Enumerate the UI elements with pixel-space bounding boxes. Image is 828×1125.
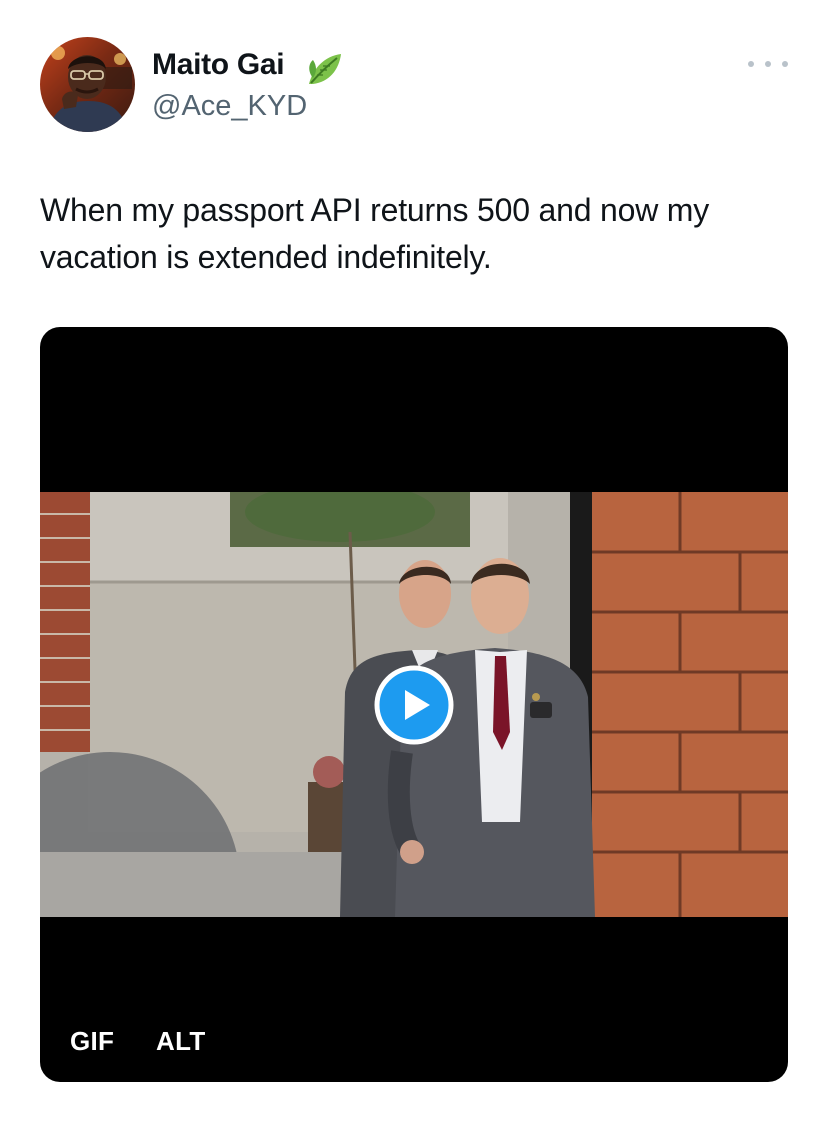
avatar-image: [40, 37, 135, 132]
leaf-icon: [309, 54, 341, 84]
more-options-button[interactable]: [748, 50, 788, 78]
author-handle[interactable]: @Ace_KYD: [152, 88, 307, 124]
play-icon[interactable]: [374, 665, 454, 745]
gif-badge: GIF: [56, 1017, 129, 1065]
tweet-text: When my passport API returns 500 and now…: [40, 192, 710, 275]
more-icon: [748, 61, 754, 67]
author-name[interactable]: Maito Gai: [152, 47, 285, 83]
avatar[interactable]: [40, 37, 135, 132]
alt-text-button[interactable]: ALT: [142, 1017, 220, 1065]
tweet-card: Maito Gai @Ace_KYD When my passport API …: [0, 0, 828, 1125]
media-gif[interactable]: GIF ALT: [40, 327, 788, 1082]
